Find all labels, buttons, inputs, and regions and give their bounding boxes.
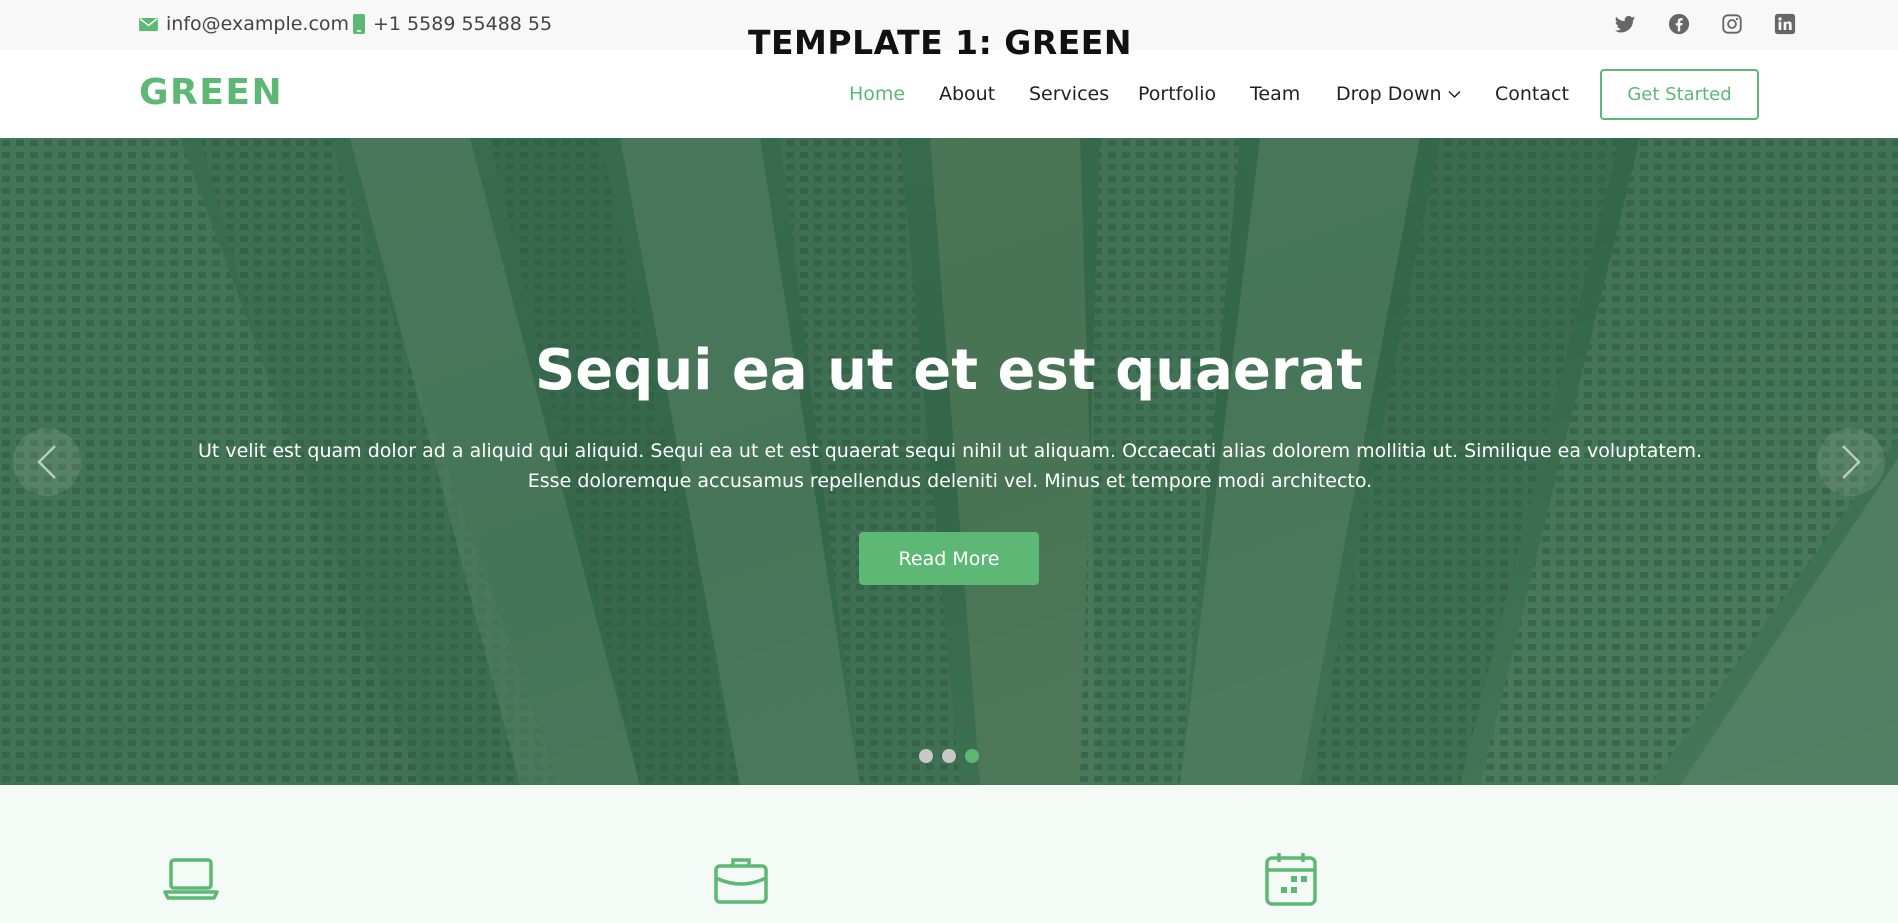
facebook-icon[interactable]	[1668, 13, 1690, 35]
carousel-indicators	[919, 749, 979, 763]
chevron-down-icon	[1448, 90, 1461, 99]
template-title: TEMPLATE 1: GREEN	[748, 23, 1132, 62]
carousel-dot-2[interactable]	[942, 749, 956, 763]
nav-team[interactable]: Team	[1250, 83, 1300, 105]
hero-description: Ut velit est quam dolor ad a aliquid qui…	[197, 440, 1703, 492]
calendar-icon	[1265, 853, 1317, 906]
logo[interactable]: GREEN	[139, 72, 283, 113]
email-contact[interactable]: info@example.com	[139, 13, 349, 35]
carousel-prev-button[interactable]	[13, 428, 81, 496]
phone-text: +1 5589 55488 55	[373, 13, 553, 35]
get-started-button[interactable]: Get Started	[1600, 69, 1759, 120]
nav-portfolio[interactable]: Portfolio	[1138, 83, 1216, 105]
nav-services[interactable]: Services	[1029, 83, 1109, 105]
nav-contact[interactable]: Contact	[1495, 83, 1569, 105]
briefcase-icon	[714, 858, 768, 904]
laptop-icon	[163, 858, 219, 900]
carousel-dot-3[interactable]	[965, 749, 979, 763]
navbar: GREEN Home About Services Portfolio Team…	[0, 50, 1898, 138]
nav-dropdown[interactable]: Drop Down	[1336, 83, 1461, 105]
chevron-left-icon	[37, 445, 56, 479]
features-section	[0, 785, 1898, 923]
hero-carousel: Sequi ea ut et est quaerat Ut velit est …	[0, 138, 1898, 785]
nav-home[interactable]: Home	[849, 83, 905, 105]
envelope-icon	[139, 17, 158, 31]
carousel-dot-1[interactable]	[919, 749, 933, 763]
nav-dropdown-label: Drop Down	[1336, 83, 1442, 105]
phone-icon	[353, 14, 365, 34]
nav-about[interactable]: About	[939, 83, 995, 105]
email-text: info@example.com	[166, 13, 350, 35]
instagram-icon[interactable]	[1721, 13, 1743, 35]
carousel-next-button[interactable]	[1817, 428, 1885, 496]
phone-contact[interactable]: +1 5589 55488 55	[353, 13, 552, 35]
hero-title: Sequi ea ut et est quaerat	[534, 338, 1364, 403]
twitter-icon[interactable]	[1614, 13, 1636, 35]
read-more-button[interactable]: Read More	[859, 532, 1039, 585]
linkedin-icon[interactable]	[1774, 13, 1796, 35]
chevron-right-icon	[1842, 445, 1861, 479]
